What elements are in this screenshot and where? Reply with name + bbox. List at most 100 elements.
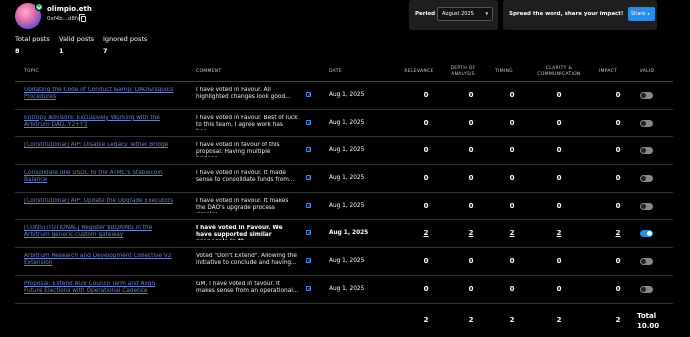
- clarity-score: 0: [556, 174, 562, 183]
- header-clarity: CLARITY & COMMUNICATION: [537, 66, 581, 77]
- totals-row: 2 2 2 2 2 Total 10.00: [15, 304, 673, 334]
- table-row: Entropy Advisors: Exclusively Working wi…: [15, 110, 673, 138]
- share-card: Spread the word, share your impact! Shar…: [503, 0, 657, 30]
- date-cell: Aug 1, 2025: [329, 258, 365, 265]
- date-cell: Aug 1, 2025: [329, 92, 365, 98]
- stat-label: Valid posts: [59, 35, 95, 43]
- valid-toggle[interactable]: [640, 119, 653, 127]
- table-row: Arbitrum Research and Development Collec…: [15, 248, 673, 276]
- relevance-score[interactable]: 2: [416, 229, 436, 237]
- timing-score: 0: [509, 118, 515, 127]
- depth-score: 0: [468, 201, 474, 210]
- comment-text: I have voted in Favour. It made sense to…: [196, 170, 295, 184]
- depth-score: 0: [468, 174, 474, 183]
- impact-score: 0: [615, 174, 621, 183]
- topic-link[interactable]: [Constitutional] AIP: Disable Legacy Tet…: [24, 142, 174, 157]
- external-link-icon[interactable]: [306, 285, 311, 291]
- header-date: DATE: [329, 69, 342, 74]
- comment-text: I have voted in Favour. It makes the DAO…: [196, 197, 289, 213]
- date-cell: Aug 1, 2025: [329, 285, 365, 292]
- comment-text: I have voted in Favour. All highlighted …: [196, 87, 291, 100]
- topic-link[interactable]: Updating the Code of Conduct &amp; DAO&r…: [24, 87, 174, 102]
- valid-toggle[interactable]: [640, 92, 653, 99]
- relevance-score: 0: [423, 118, 429, 127]
- valid-toggle[interactable]: [640, 230, 653, 238]
- depth-score: 0: [468, 146, 474, 155]
- external-link-icon[interactable]: [306, 147, 311, 153]
- period-card: Period August 2025 ▾: [409, 0, 498, 30]
- date-cell: Aug 1, 2025: [329, 147, 365, 154]
- depth-score: 0: [468, 91, 474, 99]
- valid-toggle[interactable]: [640, 175, 653, 183]
- clarity-score: 0: [556, 146, 562, 155]
- copy-icon[interactable]: [79, 14, 86, 22]
- period-selected-value: August 2025: [442, 11, 474, 17]
- stat-label: Ignored posts: [103, 35, 148, 43]
- stat-label: Total posts: [15, 35, 50, 43]
- valid-toggle[interactable]: [640, 258, 653, 266]
- stat-value: 8: [15, 47, 20, 55]
- header-topic: TOPIC: [24, 69, 39, 74]
- topic-link[interactable]: Arbitrum Research and Development Collec…: [24, 253, 174, 268]
- total-impact: 2: [615, 315, 621, 324]
- valid-toggle[interactable]: [640, 202, 653, 210]
- share-button-label: Share: [631, 10, 646, 17]
- external-link-icon[interactable]: [306, 258, 311, 264]
- external-link-icon[interactable]: [306, 175, 311, 181]
- impact-score[interactable]: 2: [608, 229, 628, 237]
- relevance-score: 0: [423, 284, 429, 293]
- valid-toggle[interactable]: [640, 147, 653, 155]
- timing-score[interactable]: 2: [502, 229, 522, 237]
- timing-score: 0: [509, 91, 515, 99]
- period-select[interactable]: August 2025 ▾: [437, 7, 493, 21]
- clarity-score: 0: [556, 91, 562, 99]
- table-row: [CONSTITUTIONAL] Register $BORING in the…: [15, 220, 673, 249]
- user-name: olimpio.eth: [47, 5, 92, 13]
- table-row: [Constitutional] AIP: Disable Legacy Tet…: [15, 137, 673, 166]
- stat-total-posts: Total posts 8: [15, 35, 50, 55]
- comment-text: I have voted in Favour. Best of luck to …: [196, 114, 298, 130]
- impact-score: 0: [615, 146, 621, 155]
- relevance-score: 0: [423, 201, 429, 210]
- impact-score: 0: [615, 118, 621, 127]
- timing-score: 0: [509, 146, 515, 155]
- total-timing: 2: [509, 315, 515, 324]
- relevance-score: 0: [423, 91, 429, 99]
- timing-score: 0: [509, 201, 515, 210]
- external-link-icon[interactable]: [306, 92, 311, 97]
- header-comment: COMMENT: [196, 69, 222, 74]
- date-cell: Aug 1, 2025: [329, 230, 369, 237]
- clarity-score[interactable]: 2: [549, 229, 569, 237]
- topic-link[interactable]: [CONSTITUTIONAL] Register $BORING in the…: [24, 225, 174, 240]
- table-row: [Constitutional] AIP: Update the Upgrade…: [15, 193, 673, 221]
- verified-check-icon: [35, 3, 43, 11]
- total-relevance: 2: [423, 315, 429, 324]
- topic-link[interactable]: Proposal: Extend AGV Council Term and Al…: [24, 281, 174, 296]
- topic-link[interactable]: Consolidate Idle USDC to the ATMC's Stab…: [24, 170, 174, 185]
- timing-score: 0: [509, 284, 515, 293]
- timing-score: 0: [509, 257, 515, 266]
- header-relevance: RELEVANCE: [404, 69, 434, 74]
- grand-total: Total 10.00: [637, 311, 659, 331]
- topic-link[interactable]: Entropy Advisors: Exclusively Working wi…: [24, 115, 174, 130]
- external-link-icon[interactable]: [306, 230, 311, 236]
- total-label: Total: [637, 311, 657, 320]
- date-cell: Aug 1, 2025: [329, 119, 365, 126]
- depth-score: 0: [468, 257, 474, 266]
- chevron-down-icon: ▾: [485, 11, 488, 17]
- relevance-score: 0: [423, 257, 429, 266]
- date-cell: Aug 1, 2025: [329, 202, 365, 209]
- depth-score[interactable]: 2: [461, 229, 481, 237]
- header-valid: VALID: [639, 69, 655, 74]
- topic-link[interactable]: [Constitutional] AIP: Update the Upgrade…: [24, 198, 174, 213]
- impact-score: 0: [615, 91, 621, 99]
- clarity-score: 0: [556, 118, 562, 127]
- chevron-down-icon: ▾: [647, 10, 650, 16]
- depth-score: 0: [468, 284, 474, 293]
- external-link-icon[interactable]: [306, 202, 311, 208]
- share-button[interactable]: Share ▾: [628, 7, 655, 21]
- valid-toggle[interactable]: [640, 285, 653, 293]
- impact-score: 0: [615, 257, 621, 266]
- comment-text: GM, I have voted in favour. It makes sen…: [196, 280, 299, 294]
- external-link-icon[interactable]: [306, 119, 311, 125]
